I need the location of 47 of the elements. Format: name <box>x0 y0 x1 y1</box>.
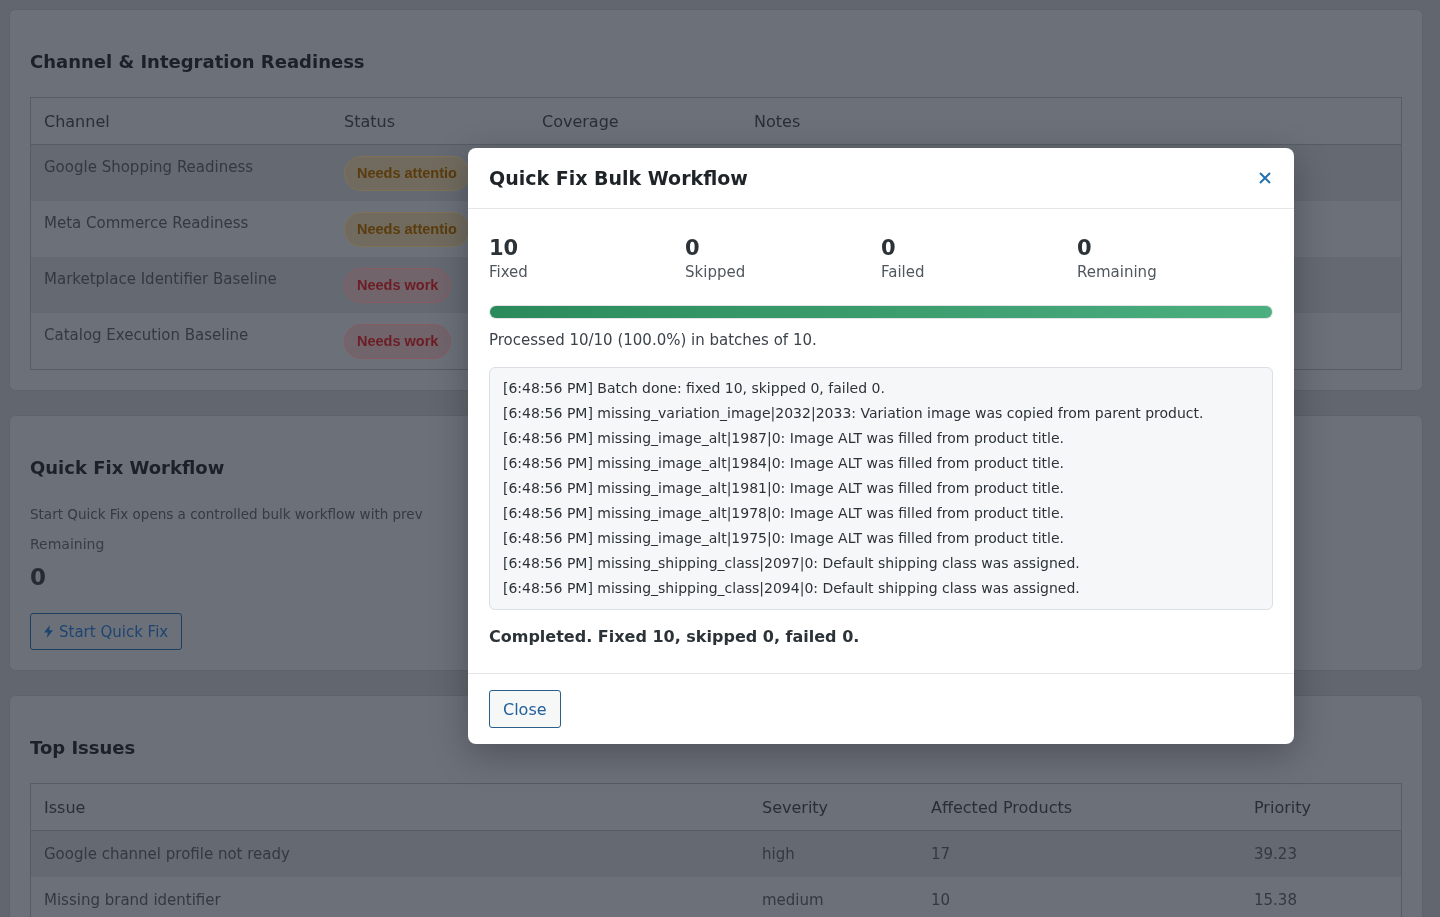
status-badge: Needs attentio <box>344 212 470 247</box>
stat-value: 0 <box>685 235 700 261</box>
column-header: Notes <box>754 111 801 131</box>
stat-value: 10 <box>489 235 519 261</box>
column-header: Channel <box>44 111 110 131</box>
log-line: [6:48:56 PM] missing_shipping_class|2097|0: Default shipping class was assigned. <box>503 554 1080 574</box>
close-button[interactable] <box>1258 171 1272 185</box>
table-cell-text: Meta Commerce Readiness <box>44 213 249 234</box>
log-line: [6:48:56 PM] missing_image_alt|1975|0: Image ALT was filled from product title. <box>503 529 1064 549</box>
column-header: Issue <box>44 797 86 817</box>
summary-text: Completed. Fixed 10, skipped 0, failed 0. <box>489 627 860 647</box>
stat-label: Failed <box>881 262 925 283</box>
table-cell-text: 15.38 <box>1254 890 1297 911</box>
close-button[interactable]: Close <box>489 690 561 728</box>
stat-label: Skipped <box>685 262 746 283</box>
log-line: [6:48:56 PM] missing_shipping_class|2094|0: Default shipping class was assigned. <box>503 579 1080 599</box>
stat-value: 0 <box>1077 235 1092 261</box>
status-badge: Needs work <box>344 268 452 303</box>
status-badge: Needs attentio <box>344 156 470 191</box>
log-line: [6:48:56 PM] missing_variation_image|2032|2033: Variation image was copied from parent product. <box>503 404 1204 424</box>
column-header: Severity <box>762 797 829 817</box>
close-icon <box>1259 172 1271 184</box>
column-header: Status <box>344 111 395 131</box>
column-header: Coverage <box>542 111 619 131</box>
log-line: [6:48:56 PM] missing_image_alt|1978|0: Image ALT was filled from product title. <box>503 504 1064 524</box>
stat-label: Remaining <box>1077 262 1157 283</box>
table-cell-text: medium <box>762 890 824 911</box>
section-heading: Top Issues <box>30 736 136 760</box>
description-text: Start Quick Fix opens a controlled bulk workflow with prev <box>30 505 423 524</box>
table-cell-text: Missing brand identifier <box>44 890 221 911</box>
status-badge: Needs work <box>344 324 452 359</box>
remaining-value: 0 <box>30 563 46 592</box>
stat-value: 0 <box>881 235 896 261</box>
section-heading: Quick Fix Workflow <box>30 456 225 480</box>
lightning-icon <box>44 625 53 638</box>
column-header: Affected Products <box>931 797 1073 817</box>
table-cell-text: Catalog Execution Baseline <box>44 325 249 346</box>
column-header: Priority <box>1254 797 1311 817</box>
table-cell-text: 10 <box>931 890 951 911</box>
log-line: [6:48:56 PM] Batch done: fixed 10, skipped 0, failed 0. <box>503 379 885 398</box>
stat-label: Fixed <box>489 262 528 283</box>
log-line: [6:48:56 PM] missing_image_alt|1987|0: Image ALT was filled from product title. <box>503 429 1064 449</box>
section-heading: Channel & Integration Readiness <box>30 50 365 74</box>
modal-title: Quick Fix Bulk Workflow <box>489 167 748 189</box>
log-line: [6:48:56 PM] missing_image_alt|1981|0: Image ALT was filled from product title. <box>503 479 1064 499</box>
log-line: [6:48:56 PM] missing_image_alt|1984|0: Image ALT was filled from product title. <box>503 454 1064 474</box>
progress-text: Processed 10/10 (100.0%) in batches of 10. <box>489 330 817 350</box>
